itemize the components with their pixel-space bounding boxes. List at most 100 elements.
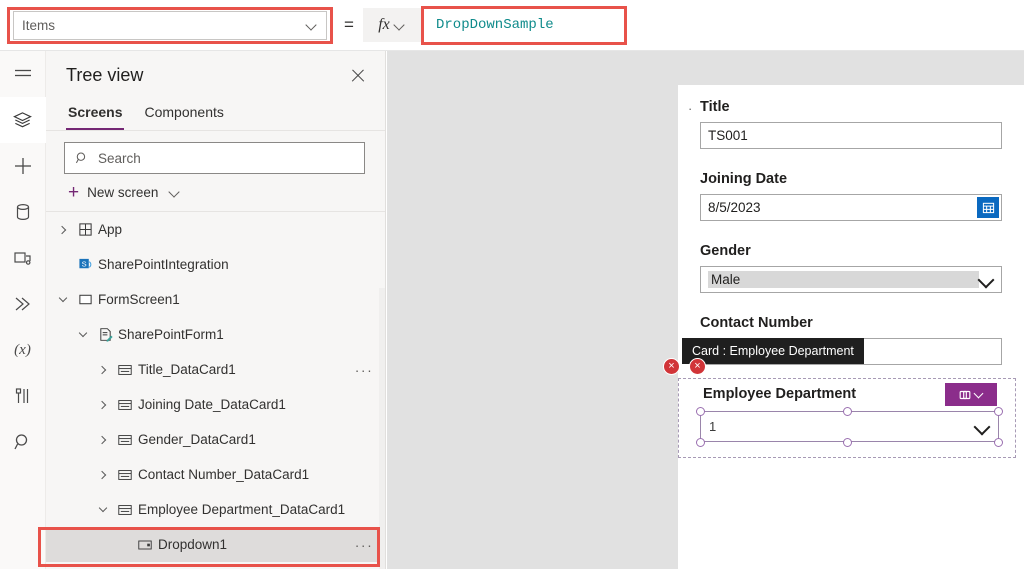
- error-badge[interactable]: ×: [689, 358, 706, 375]
- datacard-icon: [112, 362, 138, 378]
- layers-icon[interactable]: [0, 97, 46, 143]
- fx-label: fx: [378, 16, 390, 33]
- title-input[interactable]: TS001: [700, 122, 1002, 149]
- resize-handle[interactable]: [843, 407, 852, 416]
- chevron-down-icon[interactable]: [94, 492, 112, 527]
- tree-item-dropdown1[interactable]: Dropdown1 ···: [46, 527, 385, 562]
- resize-handle[interactable]: [843, 438, 852, 447]
- gender-dropdown[interactable]: Male: [700, 266, 1002, 293]
- tree-view-header: Tree view: [46, 51, 385, 99]
- datacard-icon: [112, 432, 138, 448]
- tree-twisty-empty: [114, 527, 132, 562]
- tree-item-employee-department-datacard1[interactable]: Employee Department_DataCard1: [46, 492, 385, 527]
- tree-item-gender-datacard1[interactable]: Gender_DataCard1: [46, 422, 385, 457]
- card-label: Employee Department: [703, 386, 857, 402]
- resize-handle[interactable]: [696, 438, 705, 447]
- chevron-right-icon[interactable]: [94, 387, 112, 422]
- tree-item-joining-date-datacard1[interactable]: Joining Date_DataCard1: [46, 387, 385, 422]
- panel-title: Tree view: [66, 64, 144, 85]
- chevron-right-icon[interactable]: [94, 457, 112, 492]
- tree-item-label: SharePointForm1: [118, 327, 224, 342]
- field-title: · Title TS001: [688, 99, 1002, 149]
- gender-value: Male: [708, 271, 979, 288]
- field-gender: Gender Male: [700, 243, 1002, 293]
- equals-sign: =: [344, 15, 354, 34]
- left-icon-rail: (x): [0, 51, 46, 569]
- search-row: Search: [46, 131, 385, 174]
- variables-icon[interactable]: (x): [0, 327, 46, 373]
- field-label: Contact Number: [700, 315, 813, 331]
- chevron-down-icon[interactable]: [170, 187, 181, 198]
- tree-item-label: Employee Department_DataCard1: [138, 502, 346, 517]
- app-grid-icon: [72, 222, 98, 237]
- tree-item-label: SharePointIntegration: [98, 257, 229, 272]
- fx-button[interactable]: fx: [363, 8, 421, 42]
- field-label: Gender: [700, 243, 751, 259]
- joining-date-input[interactable]: 8/5/2023: [700, 194, 1002, 221]
- power-automate-icon[interactable]: [0, 281, 46, 327]
- chevron-right-icon[interactable]: [94, 352, 112, 387]
- datacard-icon: [112, 467, 138, 483]
- chevron-down-icon[interactable]: [74, 317, 92, 352]
- calendar-icon[interactable]: [977, 197, 999, 218]
- plus-icon[interactable]: [0, 143, 46, 189]
- form-icon: [92, 327, 118, 342]
- chevron-right-icon[interactable]: [54, 212, 72, 247]
- tree-item-formscreen1[interactable]: FormScreen1: [46, 282, 385, 317]
- database-icon[interactable]: [0, 189, 46, 235]
- tree-item-label: FormScreen1: [98, 292, 180, 307]
- card-tooltip: Card : Employee Department: [682, 338, 864, 364]
- tree-item-list: App S SharePointIntegration FormScreen1 Shar…: [46, 212, 385, 569]
- dropdown1-control[interactable]: 1: [700, 411, 999, 442]
- more-options-icon[interactable]: ···: [353, 362, 375, 378]
- formula-bar: Items = fx DropDownSample: [0, 0, 1024, 51]
- property-selector-wrap: Items: [5, 5, 335, 46]
- chevron-down-icon[interactable]: [54, 282, 72, 317]
- tab-components[interactable]: Components: [142, 99, 225, 130]
- formula-input-wrap: DropDownSample: [421, 5, 1024, 46]
- error-badge[interactable]: ×: [663, 358, 680, 375]
- formula-text: DropDownSample: [436, 17, 554, 33]
- tree-item-sharepointform1[interactable]: SharePointForm1: [46, 317, 385, 352]
- chevron-down-icon: [395, 20, 406, 31]
- field-label: Joining Date: [700, 171, 788, 187]
- tree-twisty-empty: [54, 247, 72, 282]
- resize-handle[interactable]: [696, 407, 705, 416]
- tree-item-label: Joining Date_DataCard1: [138, 397, 286, 412]
- tree-item-contact-number-datacard1[interactable]: Contact Number_DataCard1: [46, 457, 385, 492]
- tree-item-title-datacard1[interactable]: Title_DataCard1 ···: [46, 352, 385, 387]
- hamburger-menu-icon[interactable]: [0, 51, 46, 97]
- chevron-down-icon: [307, 20, 318, 31]
- tools-icon[interactable]: [0, 373, 46, 419]
- property-selector[interactable]: Items: [13, 10, 327, 40]
- property-selector-value: Items: [22, 17, 56, 33]
- tree-item-app[interactable]: App: [46, 212, 385, 247]
- title-value: TS001: [708, 128, 748, 143]
- joining-date-value: 8/5/2023: [708, 200, 761, 215]
- more-options-icon[interactable]: ···: [353, 537, 375, 553]
- media-icon[interactable]: [0, 235, 46, 281]
- tree-view-tabs: Screens Components: [46, 99, 385, 131]
- selected-card-employee-department[interactable]: Employee Department 1: [678, 378, 1016, 458]
- search-icon[interactable]: [0, 419, 46, 465]
- chevron-down-icon: [975, 390, 985, 400]
- resize-handle[interactable]: [994, 438, 1003, 447]
- layers-icon: [959, 390, 970, 399]
- field-joining-date: Joining Date 8/5/2023: [700, 171, 1002, 221]
- resize-handle[interactable]: [994, 407, 1003, 416]
- app-canvas: · Title TS001 Joining Date 8/5/2023 Gend…: [387, 51, 1024, 569]
- card-menu-button[interactable]: [945, 383, 997, 406]
- tree-item-sharepointintegration[interactable]: S SharePointIntegration: [46, 247, 385, 282]
- close-icon[interactable]: [345, 62, 371, 88]
- formula-input[interactable]: DropDownSample: [427, 10, 1010, 40]
- required-indicator: ·: [688, 101, 693, 116]
- chevron-down-icon: [975, 419, 990, 434]
- new-screen-button[interactable]: + New screen: [46, 174, 385, 212]
- svg-text:S: S: [81, 259, 86, 268]
- chevron-right-icon[interactable]: [94, 422, 112, 457]
- search-input[interactable]: Search: [64, 142, 365, 174]
- tree-view-panel: Tree view Screens Components Search + Ne…: [46, 51, 386, 569]
- tree-scrollbar[interactable]: [379, 288, 385, 569]
- tree-item-label: Contact Number_DataCard1: [138, 467, 310, 482]
- tab-screens[interactable]: Screens: [66, 99, 125, 130]
